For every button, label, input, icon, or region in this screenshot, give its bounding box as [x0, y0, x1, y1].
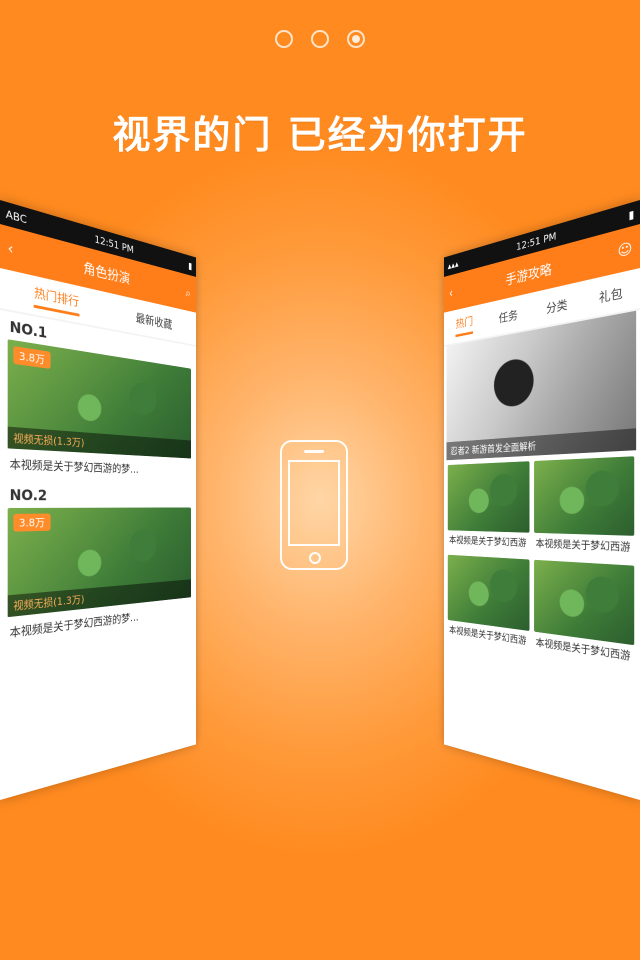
carrier-text: ABC [6, 207, 27, 226]
score-badge: 3.8万 [13, 514, 50, 532]
battery-icon: ▮ [628, 207, 634, 222]
onboarding-headline: 视界的门 已经为你打开 [0, 104, 640, 159]
tab-gift[interactable]: 礼包 [599, 282, 623, 305]
grid-card[interactable]: 本视频是关于梦幻西游 [534, 456, 634, 559]
card-description: 本视频是关于梦幻西游 [448, 530, 530, 554]
tab-hot[interactable]: 热门排行 [34, 283, 79, 317]
grid-card[interactable]: 本视频是关于梦幻西游 [448, 461, 530, 554]
phone-speaker [304, 450, 324, 453]
user-icon[interactable]: ☺ [618, 239, 633, 260]
search-icon[interactable]: ⌕ [185, 285, 190, 301]
back-icon[interactable]: ‹ [449, 285, 453, 301]
video-thumbnail[interactable] [448, 461, 530, 532]
phone-home-button [309, 552, 321, 564]
list-item[interactable]: NO.2 3.8万 视频无损(1.3万) 本视频是关于梦幻西游的梦... [0, 480, 196, 650]
screen-title: 角色扮演 [83, 257, 130, 287]
signal-icon: ▴▴▴ [448, 258, 459, 272]
battery-icon: ▮ [188, 260, 192, 272]
score-badge: 3.8万 [13, 346, 50, 369]
card-description: 本视频是关于梦幻西游 [534, 533, 634, 560]
tab-category[interactable]: 分类 [546, 294, 567, 316]
tab-hot[interactable]: 热门 [456, 312, 473, 337]
page-dot-1[interactable] [275, 30, 293, 48]
card-grid: 本视频是关于梦幻西游 本视频是关于梦幻西游 本视频是关于梦幻西游 本视频是关于梦… [444, 450, 640, 676]
grid-card[interactable]: 本视频是关于梦幻西游 [448, 555, 530, 653]
back-icon[interactable]: ‹ [8, 239, 14, 258]
rank-label: NO.2 [0, 480, 196, 508]
left-app-screen: ABC 12:51 PM ▮ ‹ 角色扮演 ⌕ 热门排行 最新收藏 NO.1 3… [0, 200, 196, 800]
page-dot-3-active[interactable] [347, 30, 365, 48]
page-dot-2[interactable] [311, 30, 329, 48]
video-thumbnail[interactable] [448, 555, 530, 631]
screen-title: 手游攻略 [506, 258, 552, 288]
grid-card[interactable]: 本视频是关于梦幻西游 [534, 560, 634, 669]
phone-screen [288, 460, 340, 546]
video-thumbnail[interactable] [534, 456, 634, 536]
page-indicator [0, 30, 640, 48]
video-thumbnail[interactable] [534, 560, 634, 645]
right-app-screen: ▴▴▴ 12:51 PM ▮ ‹ 手游攻略 ☺ 热门 任务 分类 礼包 忍者2 … [444, 200, 640, 800]
tab-task[interactable]: 任务 [499, 305, 518, 326]
tab-new[interactable]: 最新收藏 [136, 308, 172, 332]
phone-icon [280, 440, 348, 570]
